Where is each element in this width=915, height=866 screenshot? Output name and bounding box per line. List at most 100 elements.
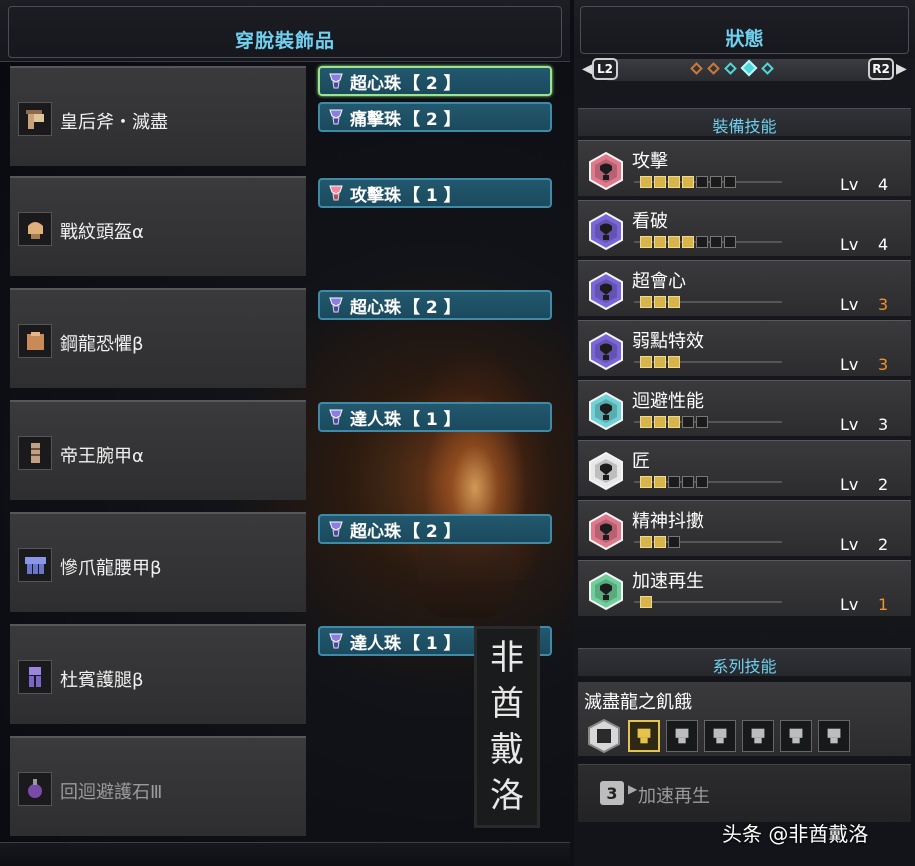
equipment-row[interactable]: 回迴避護石Ⅲ bbox=[10, 736, 306, 836]
skill-level-value: 4 bbox=[878, 235, 889, 254]
skill-pip-empty bbox=[696, 416, 708, 428]
status-title: 狀態 bbox=[725, 28, 764, 50]
set-pieces bbox=[586, 718, 850, 754]
skill-level-label: Lv bbox=[840, 175, 859, 194]
equipment-row[interactable]: 杜賓護腿β bbox=[10, 624, 306, 724]
skill-name: 攻擊 bbox=[632, 151, 668, 172]
skill-row[interactable]: 精神抖擻 Lv 2 bbox=[578, 500, 911, 556]
skill-pip-empty bbox=[724, 236, 736, 248]
watermark-char: 戴 bbox=[490, 730, 524, 770]
skill-pip-filled bbox=[668, 236, 680, 248]
decoration-slot[interactable]: 超心珠【 2 】 bbox=[318, 66, 552, 96]
skill-level-track bbox=[634, 355, 782, 369]
skill-badge-icon bbox=[586, 151, 626, 191]
decoration-name: 攻擊珠 bbox=[350, 185, 401, 206]
equipment-name: 鋼龍恐懼β bbox=[60, 334, 144, 355]
equipment-name: 戰紋頭盔α bbox=[60, 222, 144, 243]
skill-row[interactable]: 加速再生 Lv 1 bbox=[578, 560, 911, 616]
equipment-name: 慘爪龍腰甲β bbox=[60, 558, 162, 579]
skill-pip-filled bbox=[640, 296, 652, 308]
set-emblem-icon bbox=[586, 718, 622, 754]
skill-level-label: Lv bbox=[840, 295, 859, 314]
skill-pip-empty bbox=[724, 176, 736, 188]
decoration-slot[interactable]: 攻擊珠【 1 】 bbox=[318, 178, 552, 208]
skill-level-track bbox=[634, 175, 782, 189]
decoration-name: 達人珠 bbox=[350, 633, 401, 654]
set-skill-row[interactable]: 滅盡龍之飢餓 bbox=[578, 682, 911, 756]
set-bonus-row[interactable]: 3 ▶ 加速再生 bbox=[578, 764, 911, 822]
skill-pip-filled bbox=[654, 356, 666, 368]
skill-level-track bbox=[634, 295, 782, 309]
watermark-char: 非 bbox=[490, 638, 524, 678]
skill-pip-filled bbox=[640, 476, 652, 488]
watermark-stamp: 非 酋 戴 洛 bbox=[474, 626, 540, 828]
skill-pip-empty bbox=[696, 476, 708, 488]
r2-button[interactable]: R2 bbox=[868, 58, 894, 80]
charm-icon bbox=[18, 772, 52, 806]
skill-pip-filled bbox=[654, 236, 666, 248]
equipment-row[interactable]: 帝王腕甲α bbox=[10, 400, 306, 500]
skill-row[interactable]: 匠 Lv 2 bbox=[578, 440, 911, 496]
skill-level-value: 4 bbox=[878, 175, 889, 194]
equipment-row[interactable]: 慘爪龍腰甲β bbox=[10, 512, 306, 612]
skill-pip-empty bbox=[668, 476, 680, 488]
helmet-piece-icon bbox=[666, 720, 698, 752]
page-dot[interactable] bbox=[690, 61, 703, 75]
skill-pip-filled bbox=[654, 176, 666, 188]
skill-row[interactable]: 弱點特效 Lv 3 bbox=[578, 320, 911, 376]
skill-row[interactable]: 看破 Lv 4 bbox=[578, 200, 911, 256]
skill-name: 迴避性能 bbox=[632, 391, 704, 412]
skill-level-label: Lv bbox=[840, 535, 859, 554]
nav-right-arrow-icon[interactable]: ▶ bbox=[896, 61, 907, 77]
skill-badge-icon bbox=[586, 451, 626, 491]
skill-badge-icon bbox=[586, 271, 626, 311]
equipped-skills-header: 裝備技能 bbox=[578, 108, 911, 136]
set-skill-name: 滅盡龍之飢餓 bbox=[584, 692, 692, 713]
skill-level-value: 3 bbox=[878, 415, 889, 434]
equipment-name: 回迴避護石Ⅲ bbox=[60, 782, 163, 803]
leg-armor-icon bbox=[18, 660, 52, 694]
set-bonus-arrow-icon: ▶ bbox=[628, 782, 638, 796]
decoration-gem-icon bbox=[326, 631, 346, 651]
page-dot-active[interactable] bbox=[740, 59, 758, 77]
status-panel: 狀態 ◀ L2 R2 ▶ 裝備技能 攻擊 Lv 4 看破 Lv 4 超會心 Lv 3 弱點特效 Lv… bbox=[574, 0, 915, 866]
skill-pip-empty bbox=[696, 236, 708, 248]
page-navigator: ◀ L2 R2 ▶ bbox=[582, 58, 907, 82]
skill-pip-filled bbox=[654, 476, 666, 488]
page-dot[interactable] bbox=[724, 61, 737, 75]
skill-badge-icon bbox=[586, 571, 626, 611]
l2-button[interactable]: L2 bbox=[592, 58, 618, 80]
set-skills-header: 系列技能 bbox=[578, 648, 911, 676]
arm-piece-icon bbox=[742, 720, 774, 752]
decoration-gem-icon bbox=[326, 107, 346, 127]
skill-row[interactable]: 攻擊 Lv 4 bbox=[578, 140, 911, 196]
decoration-name: 超心珠 bbox=[350, 73, 401, 94]
skill-row[interactable]: 迴避性能 Lv 3 bbox=[578, 380, 911, 436]
skill-badge-icon bbox=[586, 211, 626, 251]
decoration-slot[interactable]: 超心珠【 2 】 bbox=[318, 514, 552, 544]
skill-level-track bbox=[634, 535, 782, 549]
skill-pip-empty bbox=[668, 536, 680, 548]
skill-pip-empty bbox=[682, 416, 694, 428]
decoration-slot[interactable]: 達人珠【 1 】 bbox=[318, 402, 552, 432]
page-dot[interactable] bbox=[707, 61, 720, 75]
equipment-row[interactable]: 鋼龍恐懼β bbox=[10, 288, 306, 388]
page-dot[interactable] bbox=[761, 61, 774, 75]
gauntlet-icon bbox=[18, 436, 52, 470]
chest-piece-icon bbox=[704, 720, 736, 752]
decoration-size: 【 2 】 bbox=[403, 109, 461, 130]
set-bonus-count: 3 bbox=[600, 781, 624, 805]
decoration-gem-icon bbox=[326, 407, 346, 427]
skill-pip-filled bbox=[682, 176, 694, 188]
equipment-name: 皇后斧・滅盡 bbox=[60, 112, 168, 133]
skill-row[interactable]: 超會心 Lv 3 bbox=[578, 260, 911, 316]
skill-badge-icon bbox=[586, 391, 626, 431]
decoration-size: 【 2 】 bbox=[403, 73, 461, 94]
equipment-row[interactable]: 戰紋頭盔α bbox=[10, 176, 306, 276]
source-credit: 头条 @非酋戴洛 bbox=[722, 822, 869, 846]
decoration-slot[interactable]: 超心珠【 2 】 bbox=[318, 290, 552, 320]
decoration-slot[interactable]: 痛擊珠【 2 】 bbox=[318, 102, 552, 132]
skill-level-track bbox=[634, 595, 782, 609]
equipment-row[interactable]: 皇后斧・滅盡 bbox=[10, 66, 306, 166]
decoration-size: 【 2 】 bbox=[403, 521, 461, 542]
